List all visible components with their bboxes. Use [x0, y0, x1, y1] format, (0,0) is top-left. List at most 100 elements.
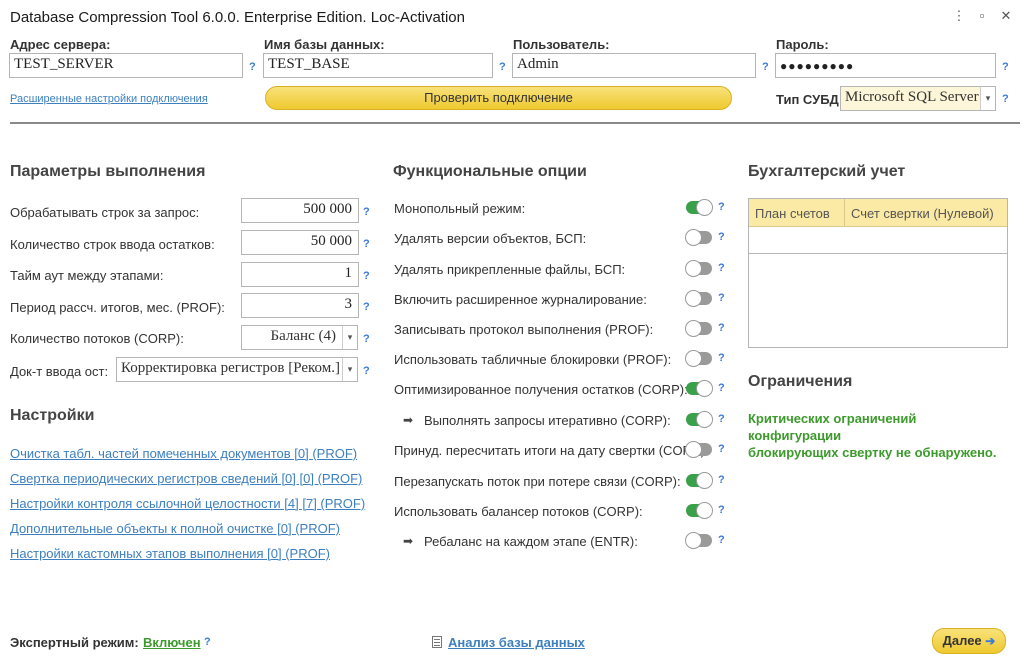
- dbms-help-icon[interactable]: ?: [1002, 93, 1009, 105]
- option-toggle-rebalance-each-stage[interactable]: [685, 532, 712, 549]
- balance-rows-help-icon[interactable]: ?: [363, 238, 370, 250]
- balance-doc-label: Док-т ввода ост:: [10, 364, 109, 379]
- password-help-icon[interactable]: ?: [1002, 61, 1009, 73]
- option-label-delete-files: Удалять прикрепленные файлы, БСП:: [394, 262, 626, 277]
- timeout-label: Тайм аут между этапами:: [10, 268, 164, 283]
- totals-period-label: Период рассч. итогов, мес. (PROF):: [10, 300, 225, 315]
- option-label-exclusive-mode: Монопольный режим:: [394, 201, 526, 216]
- threads-select[interactable]: Баланс (4): [241, 325, 343, 350]
- limits-status-line-2: блокирующих свертку не обнаружено.: [748, 445, 997, 460]
- option-help-icon[interactable]: ?: [718, 504, 725, 516]
- option-toggle-thread-balancer[interactable]: [686, 502, 713, 519]
- totals-period-input[interactable]: 3: [241, 293, 359, 318]
- option-label-table-locks: Использовать табличные блокировки (PROF)…: [394, 352, 672, 367]
- dbms-label: Тип СУБД:: [776, 92, 844, 107]
- exec-params-title: Параметры выполнения: [10, 163, 206, 180]
- database-input[interactable]: TEST_BASE: [263, 53, 493, 78]
- limits-status-line-1: Критических ограничений конфигурации: [748, 411, 917, 443]
- option-help-icon[interactable]: ?: [718, 474, 725, 486]
- user-input[interactable]: Admin: [512, 53, 756, 78]
- option-label-force-recalc: Принуд. пересчитать итоги на дату свертк…: [394, 443, 709, 458]
- settings-link-periodic-registers[interactable]: Свертка периодических регистров сведений…: [10, 471, 362, 486]
- next-button-label: Далее: [942, 633, 982, 648]
- option-toggle-write-protocol[interactable]: [685, 320, 712, 337]
- password-input[interactable]: ●●●●●●●●●: [775, 53, 996, 78]
- option-help-icon[interactable]: ?: [718, 534, 725, 546]
- password-label: Пароль:: [776, 37, 829, 52]
- option-help-icon[interactable]: ?: [718, 322, 725, 334]
- option-help-icon[interactable]: ?: [718, 262, 725, 274]
- dbms-select[interactable]: Microsoft SQL Server: [840, 86, 981, 111]
- limits-status-text: Критических ограничений конфигурации бло…: [748, 410, 1013, 461]
- option-label-write-protocol: Записывать протокол выполнения (PROF):: [394, 322, 654, 337]
- option-help-icon[interactable]: ?: [718, 382, 725, 394]
- settings-link-marked-docs[interactable]: Очистка табл. частей помеченных документ…: [10, 446, 357, 461]
- accounting-table[interactable]: План счетов Счет свертки (Нулевой): [748, 198, 1008, 348]
- threads-help-icon[interactable]: ?: [363, 333, 370, 345]
- database-help-icon[interactable]: ?: [499, 61, 506, 73]
- balance-rows-label: Количество строк ввода остатков:: [10, 237, 215, 252]
- option-toggle-extended-logging[interactable]: [685, 290, 712, 307]
- maximize-icon[interactable]: ▫: [975, 8, 989, 23]
- option-toggle-delete-files[interactable]: [685, 260, 712, 277]
- user-help-icon[interactable]: ?: [762, 61, 769, 73]
- check-connection-button[interactable]: Проверить подключение: [265, 86, 732, 110]
- rows-per-query-label: Обрабатывать строк за запрос:: [10, 205, 200, 220]
- option-toggle-force-recalc[interactable]: [685, 441, 712, 458]
- accounting-title: Бухгалтерский учет: [748, 163, 906, 180]
- timeout-input[interactable]: 1: [241, 262, 359, 287]
- more-options-icon[interactable]: ⋮: [952, 8, 966, 24]
- option-toggle-optimized-balances[interactable]: [686, 380, 713, 397]
- settings-link-additional-objects[interactable]: Дополнительные объекты к полной очистке …: [10, 521, 340, 536]
- limits-title: Ограничения: [748, 373, 853, 390]
- totals-period-help-icon[interactable]: ?: [363, 301, 370, 313]
- option-help-icon[interactable]: ?: [718, 443, 725, 455]
- option-label-extended-logging: Включить расширенное журналирование:: [394, 292, 647, 307]
- server-help-icon[interactable]: ?: [249, 61, 256, 73]
- option-toggle-iterative-queries[interactable]: [686, 411, 713, 428]
- expert-mode-toggle-link[interactable]: Включен: [143, 635, 201, 650]
- sub-option-arrow-icon: ➡: [403, 534, 414, 548]
- option-help-icon[interactable]: ?: [718, 352, 725, 364]
- option-toggle-restart-thread[interactable]: [686, 472, 713, 489]
- balance-doc-help-icon[interactable]: ?: [363, 365, 370, 377]
- option-label-rebalance-each-stage: Ребаланс на каждом этапе (ENTR):: [424, 534, 638, 549]
- option-help-icon[interactable]: ?: [718, 201, 725, 213]
- settings-title: Настройки: [10, 407, 95, 424]
- option-toggle-exclusive-mode[interactable]: [686, 199, 713, 216]
- settings-link-custom-stages[interactable]: Настройки кастомных этапов выполнения [0…: [10, 546, 330, 561]
- timeout-help-icon[interactable]: ?: [363, 270, 370, 282]
- database-label: Имя базы данных:: [264, 37, 385, 52]
- option-toggle-table-locks[interactable]: [685, 350, 712, 367]
- settings-link-reference-integrity[interactable]: Настройки контроля ссылочной целостности…: [10, 496, 365, 511]
- option-help-icon[interactable]: ?: [718, 231, 725, 243]
- column-collapse-account[interactable]: Счет свертки (Нулевой): [845, 199, 1007, 226]
- window-title: Database Compression Tool 6.0.0. Enterpr…: [10, 9, 465, 26]
- database-analysis-link[interactable]: Анализ базы данных: [448, 635, 585, 650]
- accounting-table-header: План счетов Счет свертки (Нулевой): [749, 199, 1007, 227]
- rows-per-query-input[interactable]: 500 000: [241, 198, 359, 223]
- option-label-restart-thread: Перезапускать поток при потере связи (CO…: [394, 474, 681, 489]
- column-chart-of-accounts[interactable]: План счетов: [749, 199, 845, 226]
- rows-per-query-help-icon[interactable]: ?: [363, 206, 370, 218]
- option-help-icon[interactable]: ?: [718, 292, 725, 304]
- table-row[interactable]: [749, 227, 1007, 254]
- document-icon: [432, 636, 442, 648]
- balance-doc-select[interactable]: Корректировка регистров [Реком.]: [116, 357, 343, 382]
- option-label-iterative-queries: Выполнять запросы итеративно (CORP):: [424, 413, 671, 428]
- option-label-thread-balancer: Использовать балансер потоков (CORP):: [394, 504, 643, 519]
- next-button[interactable]: Далее ➔: [932, 628, 1006, 654]
- close-icon[interactable]: ✕: [999, 8, 1013, 24]
- advanced-connection-settings-link[interactable]: Расширенные настройки подключения: [10, 93, 208, 105]
- options-title: Функциональные опции: [393, 163, 587, 180]
- option-toggle-delete-versions[interactable]: [685, 229, 712, 246]
- option-help-icon[interactable]: ?: [718, 413, 725, 425]
- threads-dropdown-icon[interactable]: ▾: [342, 325, 358, 350]
- expert-mode-label: Экспертный режим:: [10, 635, 139, 650]
- balance-doc-dropdown-icon[interactable]: ▾: [342, 357, 358, 382]
- sub-option-arrow-icon: ➡: [403, 413, 414, 427]
- balance-rows-input[interactable]: 50 000: [241, 230, 359, 255]
- dbms-dropdown-icon[interactable]: ▾: [980, 86, 996, 111]
- server-input[interactable]: TEST_SERVER: [9, 53, 243, 78]
- expert-mode-help-icon[interactable]: ?: [204, 636, 211, 648]
